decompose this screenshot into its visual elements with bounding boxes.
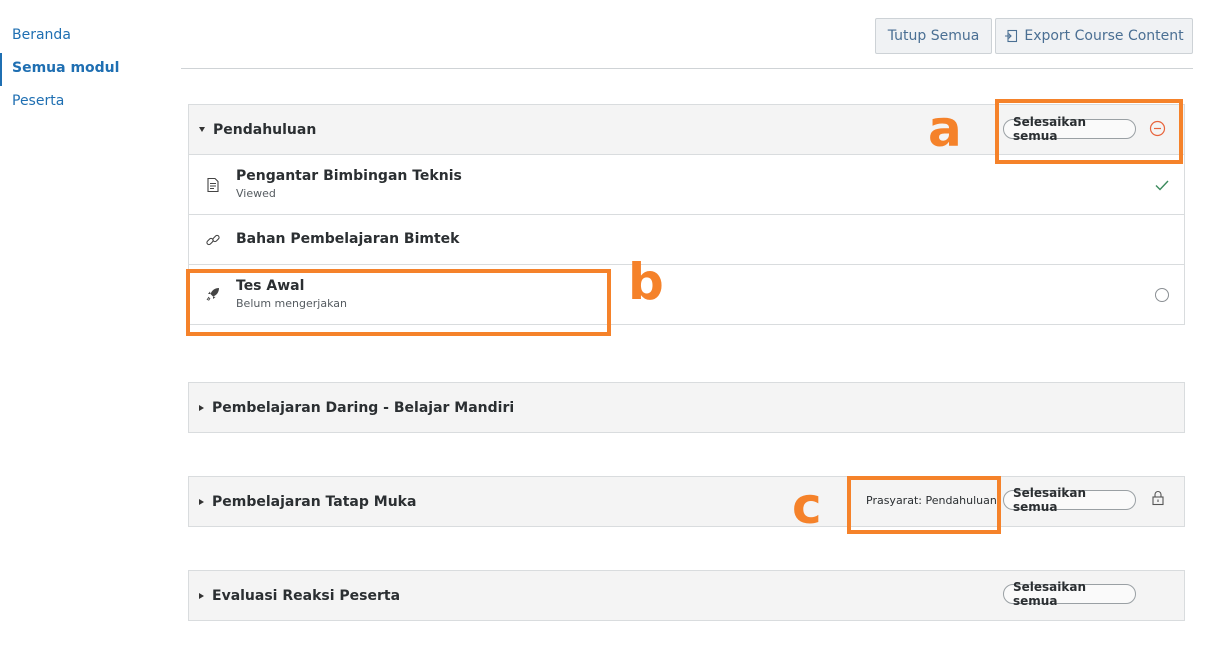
complete-all-label: Selesaikan semua bbox=[1013, 580, 1087, 608]
export-icon bbox=[1005, 29, 1018, 43]
empty-circle-icon[interactable] bbox=[1154, 287, 1170, 303]
complete-all-button[interactable]: Selesaikan semua bbox=[1003, 580, 1136, 608]
complete-all-label: Selesaikan semua bbox=[1013, 486, 1087, 514]
activity-row[interactable]: Bahan Pembelajaran Bimtek bbox=[189, 214, 1184, 264]
lock-icon bbox=[1152, 491, 1164, 506]
activity-title[interactable]: Bahan Pembelajaran Bimtek bbox=[236, 231, 459, 247]
section-pembelajaran-tatap-muka: Pembelajaran Tatap Muka Prasyarat: Penda… bbox=[188, 476, 1185, 527]
section-pembelajaran-daring: Pembelajaran Daring - Belajar Mandiri bbox=[188, 382, 1185, 433]
export-label: Export Course Content bbox=[1024, 28, 1184, 44]
section-header[interactable]: Evaluasi Reaksi Peserta Selesaikan semua bbox=[189, 571, 1184, 620]
annotation-label-c: c bbox=[792, 477, 822, 535]
nav-item-beranda[interactable]: Beranda bbox=[0, 20, 170, 53]
check-icon bbox=[1155, 180, 1169, 191]
page-icon bbox=[207, 177, 219, 193]
annotation-label-b: b bbox=[628, 253, 664, 311]
link-icon bbox=[206, 234, 220, 246]
section-title: Evaluasi Reaksi Peserta bbox=[212, 587, 401, 604]
chevron-right-icon[interactable] bbox=[199, 404, 204, 411]
complete-all-button[interactable]: Selesaikan semua bbox=[1003, 486, 1136, 514]
close-all-label: Tutup Semua bbox=[887, 28, 980, 44]
section-header[interactable]: Pembelajaran Tatap Muka Prasyarat: Penda… bbox=[189, 477, 1184, 526]
nav-item-peserta[interactable]: Peserta bbox=[0, 86, 170, 119]
activity-status-text: Viewed bbox=[236, 187, 276, 200]
export-course-content-button[interactable]: Export Course Content bbox=[995, 18, 1193, 54]
activity-title[interactable]: Pengantar Bimbingan Teknis bbox=[236, 168, 462, 184]
annotation-box-b bbox=[186, 269, 611, 336]
section-title: Pembelajaran Daring - Belajar Mandiri bbox=[212, 399, 515, 416]
chevron-right-icon[interactable] bbox=[199, 498, 204, 505]
chevron-down-icon[interactable] bbox=[199, 127, 205, 132]
toolbar-divider bbox=[181, 68, 1193, 69]
section-evaluasi-reaksi-peserta: Evaluasi Reaksi Peserta Selesaikan semua bbox=[188, 570, 1185, 621]
section-header[interactable]: Pembelajaran Daring - Belajar Mandiri bbox=[189, 383, 1184, 432]
course-nav: Beranda Semua modul Peserta bbox=[0, 20, 170, 119]
annotation-box-a bbox=[995, 99, 1183, 164]
close-all-button[interactable]: Tutup Semua bbox=[875, 18, 992, 54]
chevron-right-icon[interactable] bbox=[199, 592, 204, 599]
section-title: Pendahuluan bbox=[213, 121, 317, 138]
annotation-box-c bbox=[847, 476, 1001, 534]
nav-item-semua-modul[interactable]: Semua modul bbox=[0, 53, 170, 86]
annotation-label-a: a bbox=[928, 100, 962, 158]
section-title: Pembelajaran Tatap Muka bbox=[212, 493, 417, 510]
